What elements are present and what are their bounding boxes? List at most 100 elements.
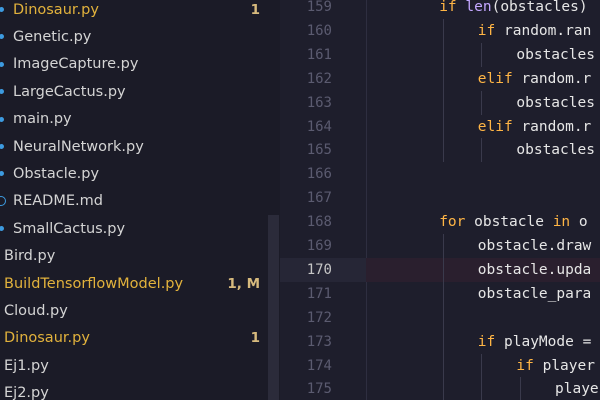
indent-guide xyxy=(442,18,444,43)
file-name: Ej2.py xyxy=(4,385,49,400)
file-item[interactable]: README.md xyxy=(0,188,280,215)
line-number: 175 xyxy=(306,381,332,398)
python-file-icon xyxy=(0,89,4,95)
file-item[interactable]: ImageCapture.py xyxy=(0,51,280,78)
line-number: 171 xyxy=(306,285,332,302)
keyword-token: if xyxy=(439,0,466,15)
code-token: o xyxy=(578,214,588,231)
python-file-icon xyxy=(0,7,4,12)
line-number: 167 xyxy=(306,190,332,207)
file-name: Cloud.py xyxy=(4,302,68,319)
code-text: if player xyxy=(516,354,595,378)
code-text: if playMode = xyxy=(478,330,592,354)
line-number: 170 xyxy=(306,261,332,278)
code-token: player xyxy=(542,357,595,374)
code-line[interactable]: 174 if player xyxy=(280,353,600,378)
file-item[interactable]: NeuralNetwork.py xyxy=(0,133,280,160)
code-editor[interactable]: 159 if len(obstacles) 160 if random.ran 161 o… xyxy=(280,0,600,400)
indent-guide xyxy=(481,42,483,67)
code-token: random.r xyxy=(521,70,592,87)
info-icon xyxy=(0,196,6,207)
indent-guide xyxy=(481,353,483,378)
indent-guide xyxy=(442,42,444,67)
file-name: LargeCactus.py xyxy=(13,83,126,100)
code-token: playe xyxy=(555,381,599,398)
line-number: 165 xyxy=(306,142,332,159)
code-line[interactable]: 171 obstacle_para xyxy=(280,281,600,306)
code-token: obstacles xyxy=(516,94,595,111)
file-name: BuildTensorflowModel.py xyxy=(4,275,184,292)
file-name: Dinosaur.py xyxy=(13,1,99,18)
line-number: 159 xyxy=(306,0,332,15)
code-token: obstacle.draw xyxy=(477,238,592,254)
code-line[interactable]: 167 xyxy=(280,186,600,210)
file-item[interactable]: Ej2.py xyxy=(0,380,280,400)
file-name: Bird.py xyxy=(4,248,56,265)
code-line[interactable]: 159 if len(obstacles) xyxy=(280,0,600,19)
code-line[interactable]: 160 if random.ran xyxy=(280,18,600,43)
code-line[interactable]: 168 for obstacle in o xyxy=(280,210,600,234)
file-item[interactable]: Dinosaur.py 1 xyxy=(0,325,280,352)
keyword-token: if xyxy=(477,22,504,39)
python-file-icon xyxy=(0,116,4,122)
explorer-scrollbar[interactable] xyxy=(268,215,279,400)
file-item[interactable]: Genetic.py xyxy=(0,23,280,50)
code-line[interactable]: 162 elif random.r xyxy=(280,66,600,91)
code-token: obstacle xyxy=(474,214,553,231)
line-number: 169 xyxy=(306,238,332,254)
code-text: elif random.r xyxy=(478,115,592,139)
keyword-token: elif xyxy=(477,70,522,87)
code-token: obstacles xyxy=(516,142,595,159)
code-token: (obstacles) xyxy=(491,0,588,15)
code-line[interactable]: 173 if playMode = xyxy=(280,329,600,354)
file-item[interactable]: LargeCactus.py xyxy=(0,78,280,105)
file-item[interactable]: SmallCactus.py xyxy=(0,215,280,242)
file-item[interactable]: Ej1.py xyxy=(0,352,280,379)
file-item[interactable]: Obstacle.py xyxy=(0,160,280,187)
code-line[interactable]: 161 obstacles xyxy=(280,42,600,67)
code-text: for obstacle in o xyxy=(439,210,587,234)
code-text: obstacles xyxy=(516,138,595,162)
keyword-token: if xyxy=(477,333,504,350)
code-text: elif random.r xyxy=(478,67,592,91)
python-file-icon xyxy=(0,171,4,177)
indent-guide xyxy=(442,234,444,258)
python-file-icon xyxy=(0,226,4,232)
code-line[interactable]: 166 xyxy=(280,162,600,186)
indent-guide xyxy=(442,114,444,139)
line-number: 163 xyxy=(306,94,332,111)
code-line[interactable]: 165 obstacles xyxy=(280,138,600,163)
problem-badge: 1 xyxy=(250,330,260,347)
file-explorer: Dinosaur.py 1 Genetic.py ImageCapture.py Lar… xyxy=(0,0,280,400)
file-item[interactable]: Bird.py xyxy=(0,243,280,270)
code-line[interactable]: 172 xyxy=(280,305,600,330)
python-file-icon xyxy=(0,61,4,67)
code-line[interactable]: 163 obstacles xyxy=(280,90,600,115)
code-text: obstacles xyxy=(516,43,595,67)
indent-guide xyxy=(481,90,483,115)
code-line[interactable]: 175 playe xyxy=(280,377,600,400)
line-number: 166 xyxy=(306,166,332,183)
indent-guide xyxy=(442,138,444,163)
file-name: README.md xyxy=(13,193,103,210)
keyword-token: in xyxy=(552,214,579,231)
file-name: Genetic.py xyxy=(13,28,92,45)
indent-guide xyxy=(442,377,444,400)
line-number: 164 xyxy=(306,118,332,135)
code-text: playe xyxy=(555,377,599,400)
line-number: 162 xyxy=(306,70,332,87)
code-token: obstacle.upda xyxy=(477,261,592,278)
indent-guide xyxy=(481,377,483,400)
keyword-token: elif xyxy=(477,118,522,135)
code-line[interactable]: 170 obstacle.upda xyxy=(280,257,600,282)
python-file-icon xyxy=(0,144,4,149)
code-line[interactable]: 169 obstacle.draw xyxy=(280,234,600,258)
file-item[interactable]: Cloud.py xyxy=(0,297,280,324)
indent-guide xyxy=(442,353,444,378)
file-item[interactable]: BuildTensorflowModel.py 1, M xyxy=(0,270,280,297)
file-item[interactable]: main.py xyxy=(0,106,280,133)
file-name: Obstacle.py xyxy=(13,165,100,182)
file-item[interactable]: Dinosaur.py 1 xyxy=(0,0,280,23)
builtin-token: len xyxy=(465,0,492,15)
code-line[interactable]: 164 elif random.r xyxy=(280,114,600,139)
